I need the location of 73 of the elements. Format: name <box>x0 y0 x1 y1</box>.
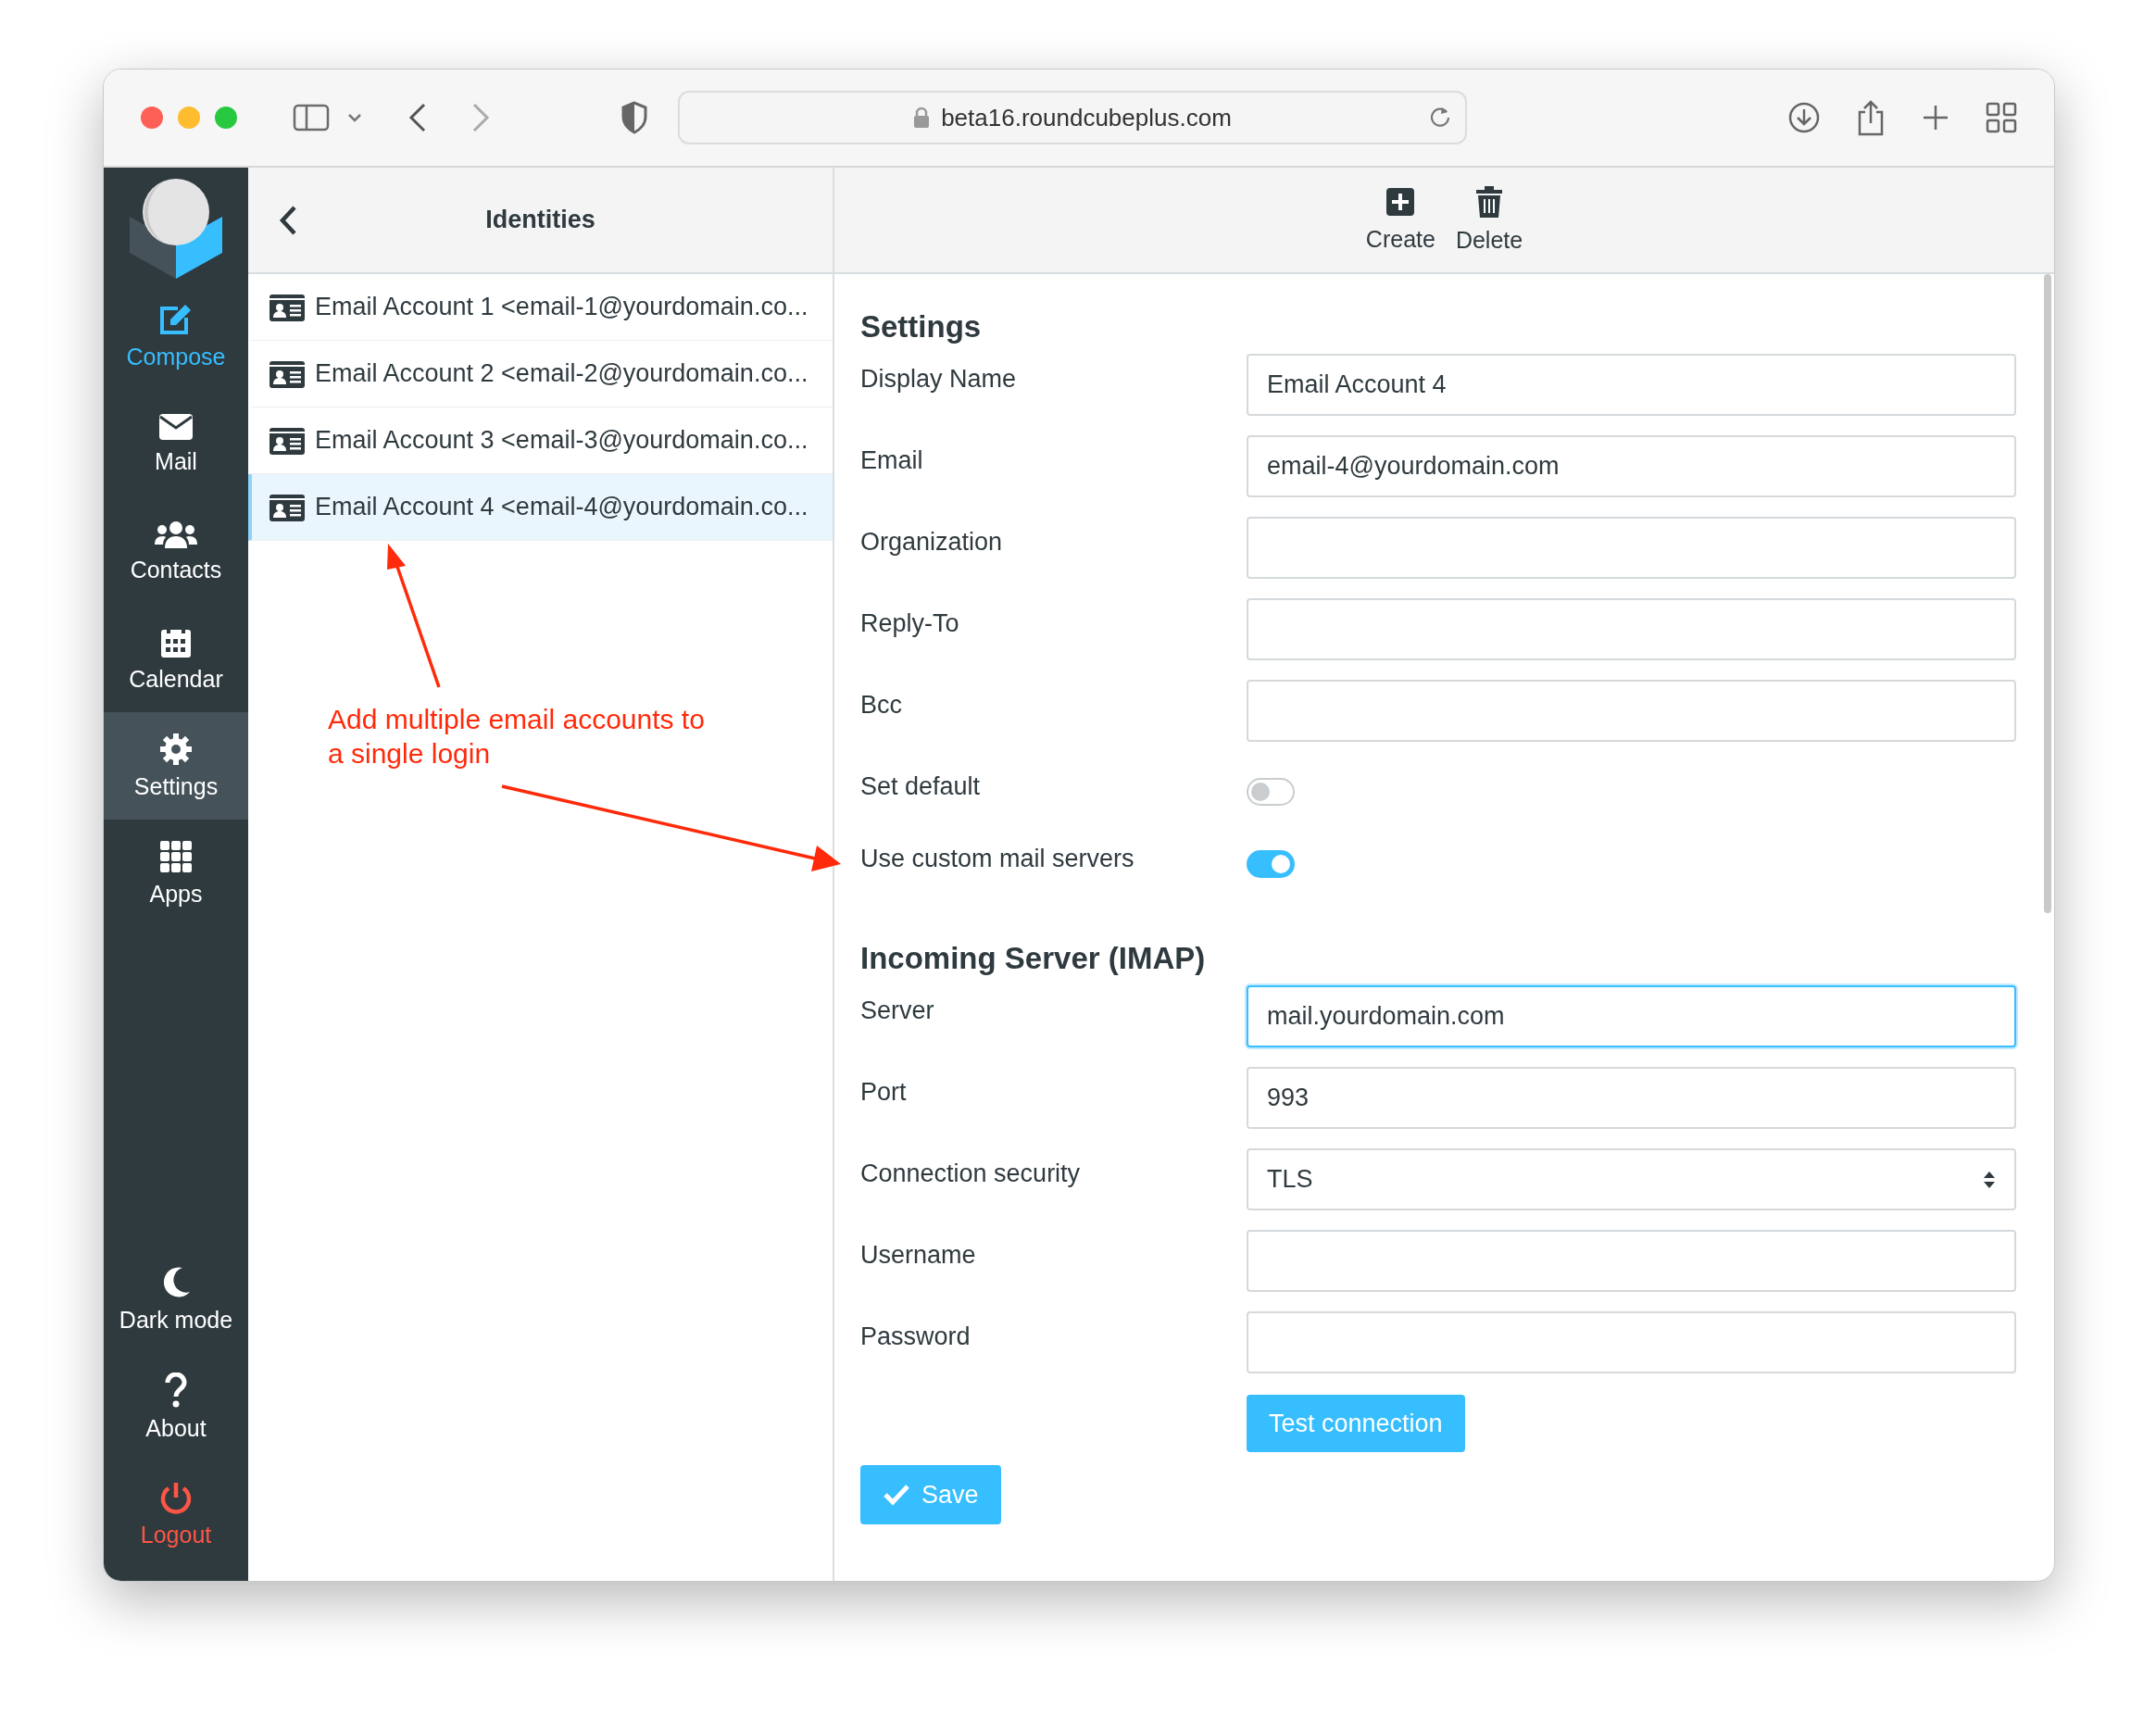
text-field[interactable] <box>1247 1311 2016 1373</box>
id-card-icon <box>269 358 306 389</box>
list-title: Identities <box>485 206 595 234</box>
address-text: beta16.roundcubeplus.com <box>941 103 1232 132</box>
field-label: Set default <box>860 771 982 801</box>
id-card-icon <box>269 492 306 522</box>
text-field[interactable]: 993 <box>1247 1067 2016 1129</box>
share-icon[interactable] <box>1856 99 1886 136</box>
text-field[interactable]: mail.yourdomain.com <box>1247 985 2016 1047</box>
field-label: Connection security <box>860 1159 1082 1188</box>
trash-icon <box>1475 186 1503 218</box>
field-label: Display Name <box>860 364 1018 394</box>
text-field[interactable]: Email Account 4 <box>1247 354 2016 416</box>
field-label: Password <box>860 1322 971 1351</box>
dropdown-field[interactable]: TLS <box>1247 1148 2016 1210</box>
section-heading: Incoming Server (IMAP) <box>860 941 1207 976</box>
identity-row[interactable]: Email Account 4 <email-4@yourdomain.co... <box>248 474 833 541</box>
nav-item[interactable]: Mail <box>104 390 248 497</box>
identity-row[interactable]: Email Account 2 <email-2@yourdomain.co... <box>248 341 833 407</box>
lock-icon <box>913 107 931 129</box>
nav-item[interactable]: Settings <box>104 712 248 820</box>
power-icon <box>159 1480 193 1514</box>
field-label: Reply-To <box>860 608 960 638</box>
text-field[interactable] <box>1247 598 2016 660</box>
annotation-text: Add multiple email accounts to a single login <box>328 703 706 771</box>
delete-button[interactable]: Delete <box>1455 186 1523 254</box>
field-label: Username <box>860 1240 977 1270</box>
nav-item[interactable]: Calendar <box>104 605 248 712</box>
users-icon <box>154 519 198 549</box>
chevron-down-icon[interactable] <box>346 112 363 123</box>
toggle-switch[interactable] <box>1247 850 1295 878</box>
nav-item[interactable]: About <box>104 1353 248 1460</box>
field-label: Use custom mail servers <box>860 844 1135 873</box>
plus-icon[interactable] <box>1921 103 1950 132</box>
reload-icon[interactable] <box>1428 105 1452 129</box>
id-card-icon <box>269 292 306 322</box>
apps-grid-icon <box>159 839 193 873</box>
nav-item[interactable]: Logout <box>104 1460 248 1568</box>
nav-item[interactable]: Compose <box>104 282 248 390</box>
back-icon[interactable] <box>407 102 428 133</box>
forward-icon[interactable] <box>470 102 491 133</box>
address-bar[interactable]: beta16.roundcubeplus.com <box>678 91 1467 144</box>
scrollbar-thumb[interactable] <box>2044 274 2051 913</box>
question-icon <box>164 1372 188 1408</box>
minimize-button[interactable] <box>178 107 200 129</box>
zoom-button[interactable] <box>215 107 237 129</box>
gear-icon <box>159 732 193 766</box>
tabs-grid-icon[interactable] <box>1986 102 2017 133</box>
back-icon[interactable] <box>278 204 298 237</box>
section-heading: Settings <box>860 309 983 345</box>
text-field[interactable] <box>1247 1230 2016 1292</box>
shield-icon[interactable] <box>620 101 648 134</box>
nav-item[interactable]: Apps <box>104 820 248 927</box>
nav-item[interactable]: Dark mode <box>104 1246 248 1353</box>
id-card-icon <box>269 425 306 456</box>
download-icon[interactable] <box>1787 101 1821 134</box>
plus-square-icon <box>1385 187 1416 217</box>
field-label: Email <box>860 445 924 475</box>
text-field[interactable] <box>1247 517 2016 579</box>
nav-item[interactable]: Contacts <box>104 497 248 605</box>
text-field[interactable] <box>1247 680 2016 742</box>
field-label: Port <box>860 1077 908 1107</box>
field-label: Bcc <box>860 690 903 720</box>
create-button[interactable]: Create <box>1365 187 1435 253</box>
sidebar-icon[interactable] <box>293 103 330 132</box>
identity-row[interactable]: Email Account 1 <email-1@yourdomain.co... <box>248 274 833 341</box>
checkmark-icon <box>883 1484 910 1506</box>
text-field[interactable]: email-4@yourdomain.com <box>1247 435 2016 497</box>
field-label: Server <box>860 996 935 1025</box>
toggle-switch[interactable] <box>1247 778 1295 806</box>
field-label: Organization <box>860 527 1004 557</box>
envelope-icon <box>158 412 194 441</box>
close-button[interactable] <box>141 107 163 129</box>
